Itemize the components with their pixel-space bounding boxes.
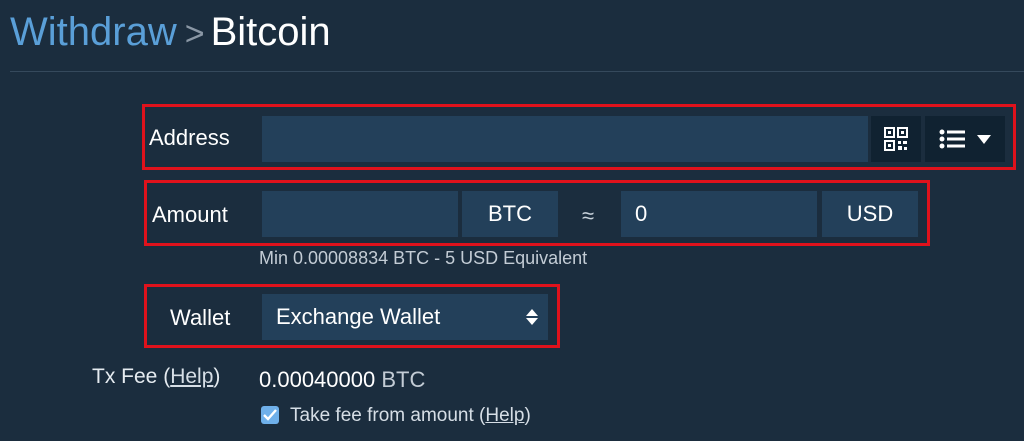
wallet-selected-value: Exchange Wallet (276, 304, 441, 329)
tx-fee-help-link[interactable]: Help (170, 365, 213, 388)
breadcrumb-separator: > (184, 15, 205, 53)
take-fee-text[interactable]: Take fee from amount (290, 405, 474, 426)
take-fee-label: Take fee from amount (Help) (290, 405, 531, 427)
usd-amount-input[interactable] (621, 191, 817, 237)
btc-amount-input[interactable] (262, 191, 458, 237)
btc-unit-addon: BTC (462, 191, 558, 237)
address-label: Address (149, 125, 230, 150)
page-title: Withdraw > Bitcoin (10, 8, 331, 58)
address-book-dropdown[interactable] (925, 116, 1005, 162)
qr-code-icon (884, 127, 908, 151)
tx-fee-label: Tx Fee (Help) (92, 365, 220, 389)
take-fee-paren-close: ) (524, 405, 531, 426)
breadcrumb-withdraw[interactable]: Withdraw (10, 10, 177, 54)
help-paren-close: ) (213, 365, 221, 388)
amount-hint: Min 0.00008834 BTC - 5 USD Equivalent (259, 248, 588, 268)
take-fee-help-link[interactable]: Help (485, 405, 524, 426)
checkmark-icon (263, 409, 277, 421)
list-icon (939, 129, 965, 149)
wallet-select[interactable]: Exchange Wallet (262, 294, 548, 340)
fee-amount: 0.00040000 (259, 367, 376, 392)
caret-down-icon (977, 134, 991, 144)
take-fee-checkbox[interactable] (261, 406, 279, 424)
tx-fee-value: 0.00040000 BTC (259, 367, 425, 393)
select-arrows-icon (526, 309, 538, 325)
breadcrumb-current: Bitcoin (210, 10, 331, 54)
qr-scan-button[interactable] (871, 116, 921, 162)
wallet-label: Wallet (170, 305, 231, 330)
usd-unit-addon: USD (822, 191, 918, 237)
fee-unit: BTC (381, 367, 426, 392)
address-input[interactable] (262, 116, 868, 162)
approx-sign: ≈ (582, 203, 595, 228)
tx-fee-text: Tx Fee (92, 365, 158, 388)
amount-label: Amount (152, 202, 228, 227)
header-divider (10, 71, 1024, 72)
